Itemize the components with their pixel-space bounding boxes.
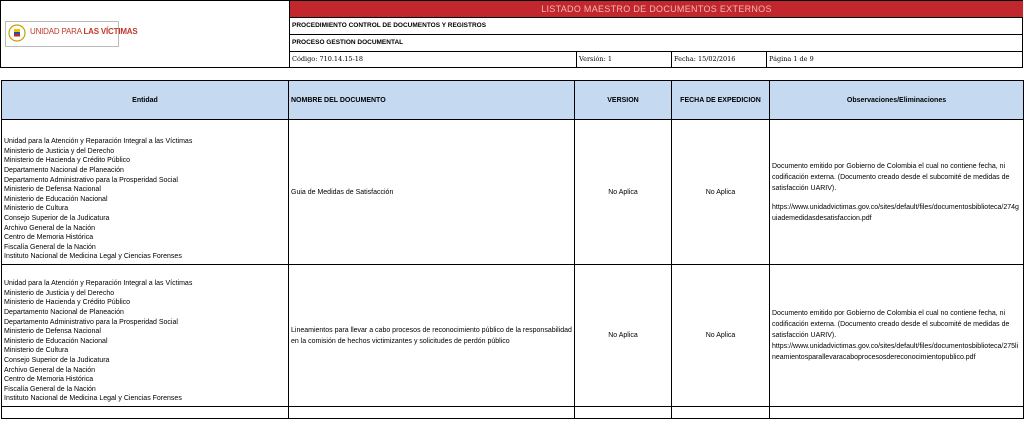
entity-name: Fiscalía General de la Nación [4, 243, 96, 251]
entity-name: Ministerio de Defensa Nacional [4, 186, 101, 194]
entity-name: Ministerio de Defensa Nacional [4, 328, 101, 336]
version-value: No Aplica [574, 119, 672, 265]
page-number: Página 1 de 9 [769, 55, 814, 63]
entity-name: Centro de Memoria Histórica [4, 234, 94, 242]
column-header-fecha: FECHA DE EXPEDICION [671, 80, 770, 120]
entity-name: Ministerio de Justicia y del Derecho [4, 147, 115, 155]
version-value [574, 406, 672, 419]
observations-cell: Documento emitido por Gobierno de Colomb… [769, 264, 1024, 407]
table-row: Unidad para la Atención y Reparación Int… [1, 119, 1024, 265]
document-name: Guia de Medidas de Satisfacción [288, 119, 575, 265]
entity-name: Ministerio de Cultura [4, 347, 69, 355]
entity-cell: Unidad para la Atención y Reparación Int… [1, 119, 289, 265]
entity-name: Departamento Nacional de Planeación [4, 309, 124, 317]
entity-name: Ministerio de Cultura [4, 205, 69, 213]
entity-name: Centro de Memoria Histórica [4, 376, 94, 384]
entity-name: Archivo General de la Nación [4, 366, 96, 374]
entity-name: Archivo General de la Nación [4, 224, 96, 232]
table-header-row: Entidad NOMBRE DEL DOCUMENTO VERSION FEC… [1, 80, 1024, 120]
table-row: Unidad para la Atención y Reparación Int… [1, 264, 1024, 407]
documents-table: Entidad NOMBRE DEL DOCUMENTO VERSION FEC… [1, 80, 1024, 419]
document-code: Código: 710.14.15-18 [290, 52, 577, 68]
entity-name: Consejo Superior de la Judicatura [4, 215, 110, 223]
entity-name: Ministerio de Justicia y del Derecho [4, 289, 115, 297]
column-header-entidad: Entidad [1, 80, 289, 120]
document-name [288, 406, 575, 419]
entity-name: Departamento Nacional de Planeación [4, 167, 124, 175]
observation-url[interactable]: https://www.unidadvictimas.gov.co/sites/… [772, 341, 1021, 363]
document-header: UNIDAD PARA LAS VÍCTIMAS LISTADO MAESTRO… [0, 0, 1023, 68]
expedition-date-value: No Aplica [671, 119, 770, 265]
column-header-observaciones: Observaciones/Eliminaciones [769, 80, 1024, 120]
coat-of-arms-icon [8, 24, 26, 42]
version-value: No Aplica [574, 264, 672, 407]
document-meta-row: Código: 710.14.15-18 Versión: 1 Fecha: 1… [290, 52, 1023, 68]
entity-name: Ministerio de Educación Nacional [4, 337, 108, 345]
entity-name: Instituto Nacional de Medicina Legal y C… [4, 395, 182, 403]
unidad-victimas-logo: UNIDAD PARA LAS VÍCTIMAS [5, 21, 138, 47]
procedure-name: PROCEDIMIENTO CONTROL DE DOCUMENTOS Y RE… [290, 18, 1023, 35]
document-date: Fecha: 15/02/2016 [672, 52, 767, 68]
expedition-date-value: No Aplica [671, 264, 770, 407]
column-header-nombre: NOMBRE DEL DOCUMENTO [288, 80, 575, 120]
entity-name: Ministerio de Educación Nacional [4, 195, 108, 203]
observation-url[interactable]: https://www.unidadvictimas.gov.co/sites/… [772, 202, 1021, 224]
entity-name: Unidad para la Atención y Reparación Int… [4, 138, 193, 146]
document-title: LISTADO MAESTRO DE DOCUMENTOS EXTERNOS [290, 1, 1023, 18]
expedition-date-value [671, 406, 770, 419]
table-row [1, 406, 1024, 419]
logo-cell: UNIDAD PARA LAS VÍCTIMAS [1, 1, 290, 67]
column-header-version: VERSION [574, 80, 672, 120]
observations-cell: Documento emitido por Gobierno de Colomb… [769, 119, 1024, 265]
observation-text: Documento emitido por Gobierno de Colomb… [772, 310, 1010, 339]
entity-name: Departamento Administrativo para la Pros… [4, 176, 178, 184]
logo-text: UNIDAD PARA LAS VÍCTIMAS [30, 27, 138, 36]
entity-name: Fiscalía General de la Nación [4, 385, 96, 393]
process-name: PROCESO GESTION DOCUMENTAL [290, 35, 1023, 52]
entity-name: Instituto Nacional de Medicina Legal y C… [4, 253, 182, 261]
entity-cell [1, 406, 289, 419]
entity-name: Consejo Superior de la Judicatura [4, 357, 110, 365]
document-version: Versión: 1 [577, 52, 672, 68]
entity-name: Ministerio de Hacienda y Crédito Público [4, 157, 131, 165]
document-name: Lineamientos para llevar a cabo procesos… [288, 264, 575, 407]
entity-cell: Unidad para la Atención y Reparación Int… [1, 264, 289, 407]
observations-cell [769, 406, 1024, 419]
entity-name: Ministerio de Hacienda y Crédito Público [4, 299, 131, 307]
entity-name: Unidad para la Atención y Reparación Int… [4, 280, 193, 288]
observation-text: Documento emitido por Gobierno de Colomb… [772, 162, 1010, 192]
entity-name: Departamento Administrativo para la Pros… [4, 318, 178, 326]
